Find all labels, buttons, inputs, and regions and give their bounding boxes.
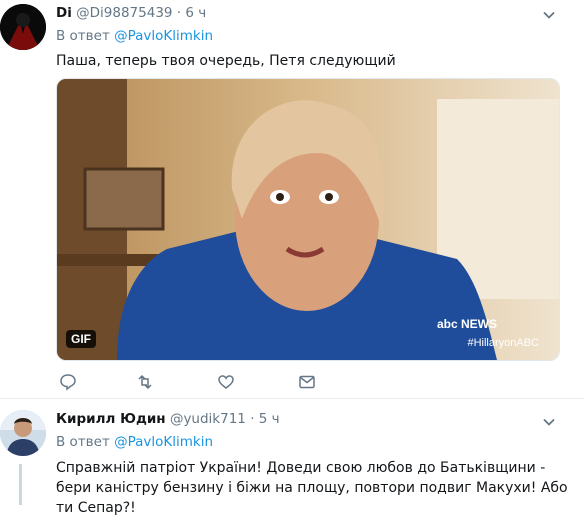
separator-dot: · xyxy=(176,5,182,21)
reply-user-link[interactable]: @PavloKlimkin xyxy=(114,28,213,44)
chevron-down-icon[interactable] xyxy=(542,415,556,429)
separator-dot: · xyxy=(250,411,255,427)
tweet-header: Di @Di98875439 · 6 ч xyxy=(56,5,206,21)
message-icon[interactable] xyxy=(298,373,316,391)
display-name[interactable]: Кирилл Юдин xyxy=(56,411,166,427)
tweet-text: Паша, теперь твоя очередь, Петя следующи… xyxy=(56,53,396,69)
reply-context: В ответ @PavloKlimkin xyxy=(56,434,213,450)
username[interactable]: @Di98875439 xyxy=(76,5,172,21)
username[interactable]: @yudik711 xyxy=(170,411,246,427)
retweet-icon[interactable] xyxy=(136,373,154,391)
reply-icon[interactable] xyxy=(59,373,77,391)
tweet-actions xyxy=(56,373,366,393)
tweet[interactable]: Di @Di98875439 · 6 ч В ответ @PavloKlimk… xyxy=(0,0,584,399)
news-logo: abc NEWS xyxy=(436,317,497,331)
tweet-header: Кирилл Юдин @yudik711 · 5 ч xyxy=(56,411,280,427)
reply-prefix: В ответ xyxy=(56,434,110,450)
gif-badge: GIF xyxy=(66,330,96,348)
reply-context: В ответ @PavloKlimkin xyxy=(56,28,213,44)
timestamp[interactable]: 6 ч xyxy=(185,5,206,21)
thread-line xyxy=(19,464,22,505)
news-hashtag: #HillaryonABC xyxy=(467,337,539,349)
chevron-down-icon[interactable] xyxy=(542,8,556,22)
avatar[interactable] xyxy=(0,410,46,456)
reply-prefix: В ответ xyxy=(56,28,110,44)
display-name[interactable]: Di xyxy=(56,5,72,21)
timestamp[interactable]: 5 ч xyxy=(259,411,280,427)
reply-user-link[interactable]: @PavloKlimkin xyxy=(114,434,213,450)
avatar[interactable] xyxy=(0,4,46,50)
tweet-media-gif[interactable]: GIF abc NEWS #HillaryonABC xyxy=(56,78,560,361)
tweet-text: Справжній патріот України! Доведи свою л… xyxy=(56,460,568,516)
like-icon[interactable] xyxy=(217,373,235,391)
